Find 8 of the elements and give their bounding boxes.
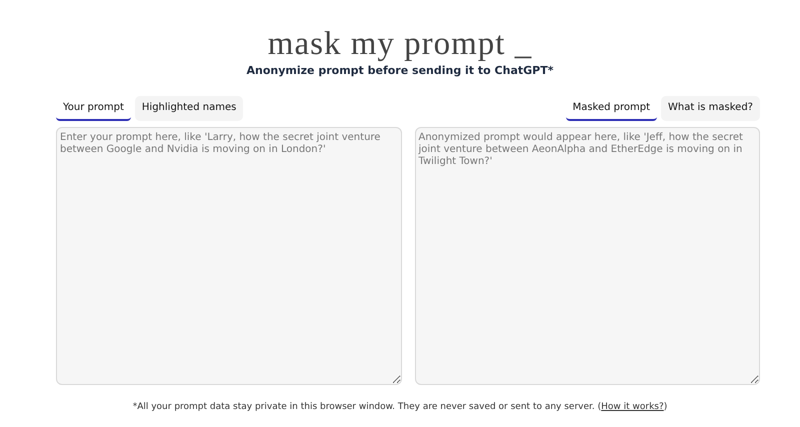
prompt-field[interactable]: Enter your prompt here, like 'Larry, how the secret joint venture between Google and Nvidia is moving on in London?': [56, 127, 402, 385]
tab[interactable]: What is masked?: [661, 96, 760, 121]
tab[interactable]: Highlighted names: [134, 96, 244, 121]
site-subtitle: Anonymize prompt before sending it to ChatGPT*: [246, 64, 554, 77]
site-title: mask my prompt _: [268, 26, 532, 62]
how-it-works-link[interactable]: How it works?: [601, 402, 664, 412]
prompt-field[interactable]: Anonymized prompt would appear here, like 'Jeff, how the secret joint venture between AeonAlpha and EtherEdge is moving on in Twilight Town?': [414, 127, 760, 385]
privacy-note: *All your prompt data stay private in this browser window. They are never saved or sent to any server. (How it works?): [132, 402, 668, 412]
